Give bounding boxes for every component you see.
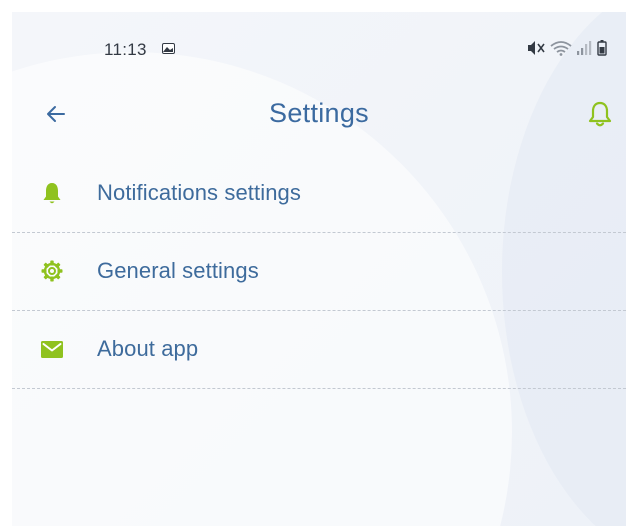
gallery-icon — [162, 43, 175, 54]
status-icons — [528, 40, 607, 56]
list-item-label: Notifications settings — [97, 180, 301, 205]
list-item-label: General settings — [97, 258, 259, 283]
page-title: Settings — [269, 98, 369, 128]
notifications-button[interactable] — [587, 100, 613, 128]
gear-icon — [41, 260, 63, 282]
signal-icon — [577, 41, 592, 55]
status-bar: 11:13 — [12, 12, 626, 72]
mute-icon — [528, 41, 545, 55]
battery-icon — [597, 40, 607, 56]
settings-list: Notifications settings General settings — [12, 155, 626, 389]
bell-icon — [43, 183, 61, 204]
app-screen: 11:13 Settings Notifications settings Ge… — [12, 12, 626, 526]
app-bar: Settings — [12, 90, 626, 140]
wifi-icon — [550, 41, 572, 56]
list-item-notifications-settings[interactable]: Notifications settings — [12, 155, 626, 233]
status-time: 11:13 — [104, 40, 147, 59]
envelope-icon — [41, 341, 63, 358]
list-item-label: About app — [97, 336, 199, 361]
list-item-about-app[interactable]: About app — [12, 311, 626, 389]
list-item-general-settings[interactable]: General settings — [12, 233, 626, 311]
bell-outline-icon — [588, 101, 612, 127]
